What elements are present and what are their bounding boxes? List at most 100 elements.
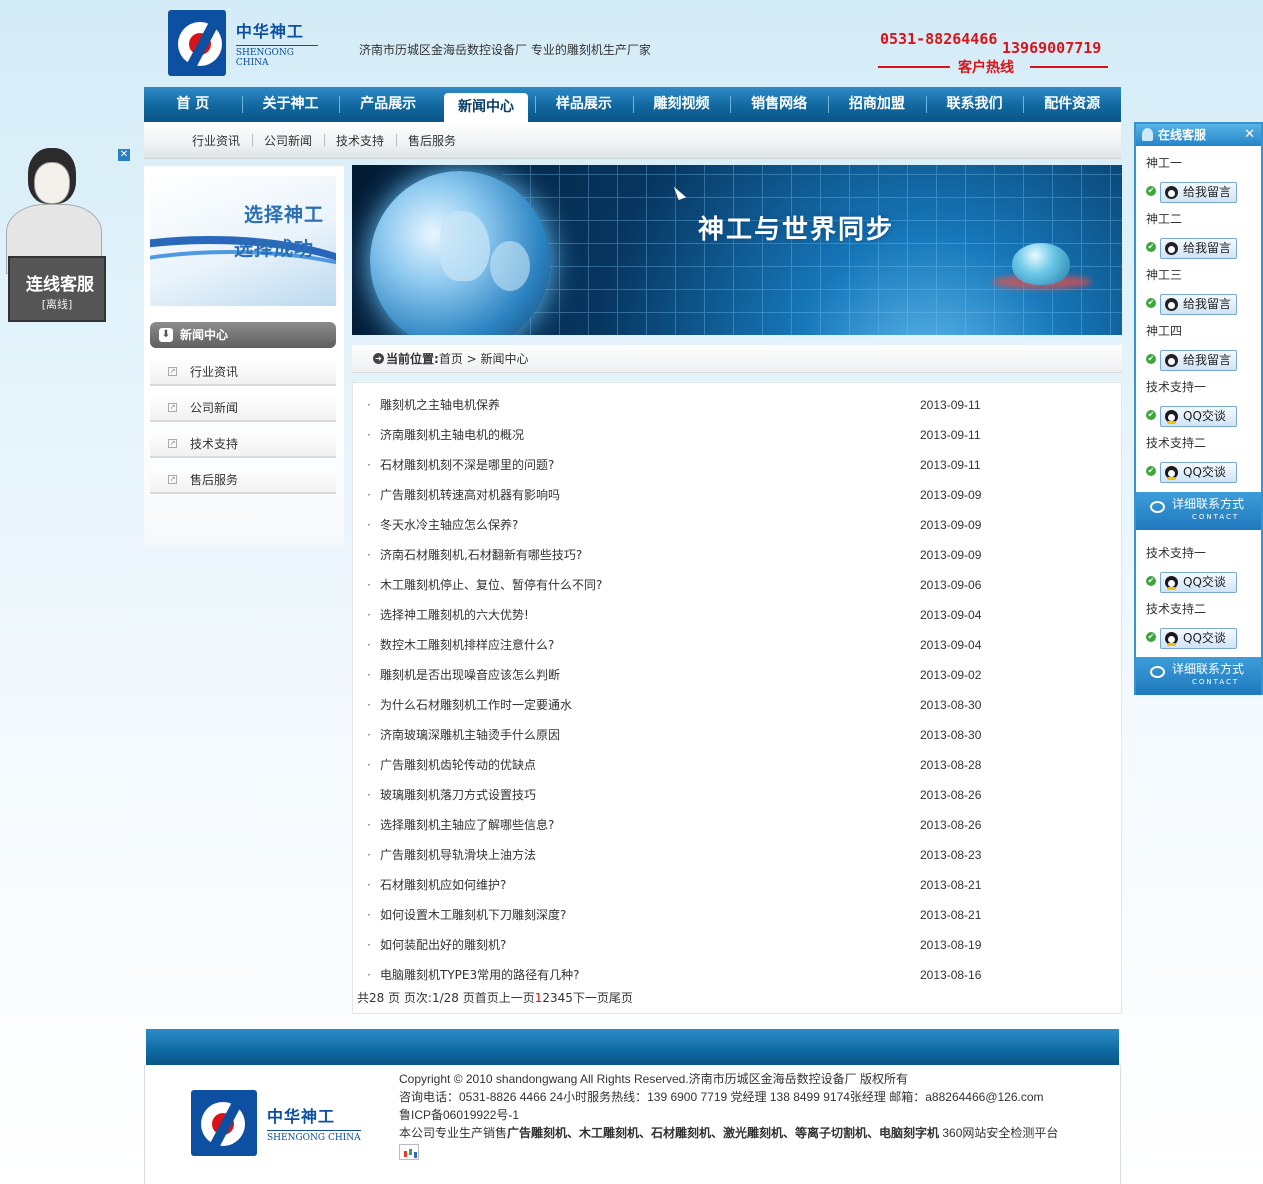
qq-chat-button[interactable]: QQ交谈 — [1160, 462, 1237, 483]
nav-item-home[interactable]: 首 页 — [144, 87, 242, 122]
news-row[interactable]: · 广告雕刻机齿轮传动的优缺点 2013-08-28 — [367, 755, 987, 785]
news-row[interactable]: · 广告雕刻机转速高对机器有影响吗 2013-09-09 — [367, 485, 987, 515]
bullet-icon: · — [367, 938, 371, 952]
bullet-icon: · — [367, 638, 371, 652]
sidebar-item-tech[interactable]: ↗ 技术支持 — [150, 431, 336, 458]
sidebar-item-aftersales[interactable]: ↗ 售后服务 — [150, 467, 336, 494]
header-slogan: 济南市历城区金海岳数控设备厂 专业的雕刻机生产厂家 — [359, 43, 651, 57]
footer-security-link[interactable]: 360网站安全检测平台 — [939, 1126, 1058, 1140]
nav-item-sales[interactable]: 销售网络 — [730, 87, 828, 122]
nav-item-samples[interactable]: 样品展示 — [535, 87, 633, 122]
news-title[interactable]: 冬天水冷主轴应怎么保养? — [380, 515, 518, 535]
leave-message-button[interactable]: 给我留言 — [1160, 182, 1237, 203]
footer: 中华神工 SHENGONG CHINA Copyright © 2010 sha… — [144, 1065, 1121, 1184]
qq-chat-button[interactable]: QQ交谈 — [1160, 572, 1237, 593]
news-row[interactable]: · 选择神工雕刻机的六大优势! 2013-09-04 — [367, 605, 987, 635]
leave-message-button[interactable]: 给我留言 — [1160, 238, 1237, 259]
news-date: 2013-09-09 — [920, 548, 982, 562]
nav-item-contact[interactable]: 联系我们 — [925, 87, 1024, 122]
online-check-icon: ✔ — [1146, 242, 1156, 252]
news-title[interactable]: 选择雕刻机主轴应了解哪些信息? — [380, 815, 554, 835]
detail-contact-button[interactable]: 详细联系方式 CONTACT — [1136, 657, 1261, 695]
subnav-item-company[interactable]: 公司新闻 — [252, 132, 324, 149]
news-row[interactable]: · 济南雕刻机主轴电机的概况 2013-09-11 — [367, 425, 987, 455]
news-title[interactable]: 济南玻璃深雕机主轴烫手什么原因 — [380, 725, 560, 745]
news-row[interactable]: · 如何设置木工雕刻机下刀雕刻深度? 2013-08-21 — [367, 905, 987, 935]
detail-contact-button[interactable]: 详细联系方式 CONTACT — [1136, 492, 1261, 530]
news-title[interactable]: 济南石材雕刻机,石材翻新有哪些技巧? — [380, 545, 582, 565]
site-logo[interactable]: 中华神工 SHENGONG CHINA — [168, 10, 318, 76]
news-title[interactable]: 玻璃雕刻机落刀方式设置技巧 — [380, 785, 536, 805]
news-row[interactable]: · 雕刻机是否出现噪音应该怎么判断 2013-09-02 — [367, 665, 987, 695]
qq-chat-button[interactable]: QQ交谈 — [1160, 406, 1237, 427]
news-title[interactable]: 广告雕刻机齿轮传动的优缺点 — [380, 755, 536, 775]
footer-text: Copyright © 2010 shandongwang All Rights… — [399, 1070, 1099, 1160]
chat-bubble-icon — [1150, 501, 1165, 513]
subnav-item-industry[interactable]: 行业资讯 — [180, 132, 252, 149]
main-nav: 首 页 关于神工 产品展示 新闻中心 样品展示 雕刻视频 销售网络 招商加盟 联… — [144, 87, 1121, 122]
subnav-item-aftersales[interactable]: 售后服务 — [396, 132, 468, 149]
news-title[interactable]: 雕刻机是否出现噪音应该怎么判断 — [380, 665, 560, 685]
news-row[interactable]: · 木工雕刻机停止、复位、暂停有什么不同? 2013-09-06 — [367, 575, 987, 605]
nav-item-parts[interactable]: 配件资源 — [1023, 87, 1121, 122]
leave-message-button[interactable]: 给我留言 — [1160, 294, 1237, 315]
news-row[interactable]: · 选择雕刻机主轴应了解哪些信息? 2013-08-26 — [367, 815, 987, 845]
leave-message-button[interactable]: 给我留言 — [1160, 350, 1237, 371]
sidebar-item-company[interactable]: ↗ 公司新闻 — [150, 395, 336, 422]
bullet-icon: · — [367, 788, 371, 802]
footer-logo-en: SHENGONG CHINA — [267, 1130, 361, 1143]
service-agent-name: 神工二 — [1146, 212, 1183, 226]
news-title[interactable]: 石材雕刻机应如何维护? — [380, 875, 506, 895]
news-row[interactable]: · 济南玻璃深雕机主轴烫手什么原因 2013-08-30 — [367, 725, 987, 755]
nav-item-about[interactable]: 关于神工 — [241, 87, 340, 122]
news-title[interactable]: 为什么石材雕刻机工作时一定要通水 — [380, 695, 572, 715]
news-title[interactable]: 广告雕刻机转速高对机器有影响吗 — [380, 485, 560, 505]
news-row[interactable]: · 石材雕刻机刻不深是哪里的问题? 2013-09-11 — [367, 455, 987, 485]
nav-item-products[interactable]: 产品展示 — [339, 87, 437, 122]
cnzz-stats-icon[interactable] — [399, 1143, 419, 1160]
news-row[interactable]: · 石材雕刻机应如何维护? 2013-08-21 — [367, 875, 987, 905]
sidebar-heading-text: 新闻中心 — [180, 328, 229, 342]
news-title[interactable]: 雕刻机之主轴电机保养 — [380, 395, 500, 415]
news-row[interactable]: · 数控木工雕刻机排样应注意什么? 2013-09-04 — [367, 635, 987, 665]
sidebar-item-label: 公司新闻 — [190, 401, 239, 415]
news-row[interactable]: · 为什么石材雕刻机工作时一定要通水 2013-08-30 — [367, 695, 987, 725]
online-check-icon: ✔ — [1146, 632, 1156, 642]
pager-suffix[interactable]: 下一页尾页 — [573, 991, 633, 1005]
news-title[interactable]: 济南雕刻机主轴电机的概况 — [380, 425, 524, 445]
service-status-tag[interactable]: 连线客服 [离线] — [8, 256, 106, 322]
qq-chat-button[interactable]: QQ交谈 — [1160, 628, 1237, 649]
bullet-icon: · — [367, 518, 371, 532]
nav-item-videos[interactable]: 雕刻视频 — [632, 87, 731, 122]
footer-icp[interactable]: 鲁ICP备06019922号-1 — [399, 1106, 1099, 1124]
sidebar-item-industry[interactable]: ↗ 行业资讯 — [150, 359, 336, 386]
footer-products-list[interactable]: 广告雕刻机、木工雕刻机、石材雕刻机、激光雕刻机、等离子切割机、电脑刻字机 — [507, 1126, 939, 1140]
pager-pages[interactable]: 2345 — [542, 991, 573, 1005]
left-service-widget[interactable]: ✕ 连线客服 [离线] — [0, 148, 130, 324]
news-title[interactable]: 如何设置木工雕刻机下刀雕刻深度? — [380, 905, 566, 925]
news-row[interactable]: · 雕刻机之主轴电机保养 2013-09-11 — [367, 395, 987, 425]
news-row[interactable]: · 如何装配出好的雕刻机? 2013-08-19 — [367, 935, 987, 965]
news-title[interactable]: 木工雕刻机停止、复位、暂停有什么不同? — [380, 575, 602, 595]
news-row[interactable]: · 广告雕刻机导轨滑块上油方法 2013-08-23 — [367, 845, 987, 875]
news-title[interactable]: 选择神工雕刻机的六大优势! — [380, 605, 529, 625]
nav-item-franchise[interactable]: 招商加盟 — [828, 87, 926, 122]
breadcrumb-path[interactable]: 首页 > 新闻中心 — [439, 352, 529, 366]
news-row[interactable]: · 玻璃雕刻机落刀方式设置技巧 2013-08-26 — [367, 785, 987, 815]
news-title[interactable]: 电脑雕刻机TYPE3常用的路径有几种? — [380, 965, 579, 985]
news-title[interactable]: 广告雕刻机导轨滑块上油方法 — [380, 845, 536, 865]
sidebar-banner-line2: 选择成功 — [234, 238, 315, 260]
pager-prefix[interactable]: 共28 页 页次:1/28 页首页上一页 — [357, 991, 535, 1005]
news-date: 2013-08-21 — [920, 878, 982, 892]
nav-item-news[interactable]: 新闻中心 — [444, 93, 528, 122]
news-title[interactable]: 数控木工雕刻机排样应注意什么? — [380, 635, 554, 655]
news-row[interactable]: · 济南石材雕刻机,石材翻新有哪些技巧? 2013-09-09 — [367, 545, 987, 575]
close-icon[interactable]: ✕ — [1244, 124, 1255, 146]
news-date: 2013-09-09 — [920, 488, 982, 502]
news-date: 2013-09-04 — [920, 608, 982, 622]
news-title[interactable]: 石材雕刻机刻不深是哪里的问题? — [380, 455, 554, 475]
subnav-item-tech[interactable]: 技术支持 — [324, 132, 396, 149]
close-icon[interactable]: ✕ — [118, 149, 130, 161]
news-row[interactable]: · 冬天水冷主轴应怎么保养? 2013-09-09 — [367, 515, 987, 545]
news-title[interactable]: 如何装配出好的雕刻机? — [380, 935, 506, 955]
